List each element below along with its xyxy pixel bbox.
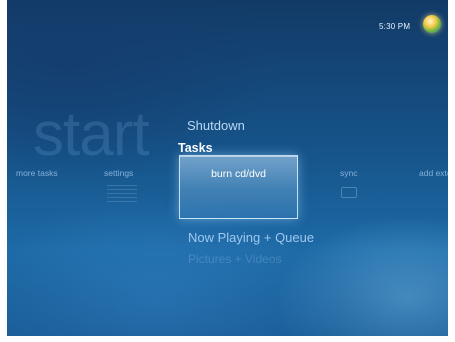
menu-item-now-playing[interactable]: Now Playing + Queue xyxy=(188,230,314,245)
strip-item-add-extender[interactable]: add extender xyxy=(419,168,448,178)
media-center-screen: 5:30 PM start Shutdown Tasks more tasks … xyxy=(7,0,448,336)
menu-item-tasks[interactable]: Tasks xyxy=(178,141,213,155)
menu-item-shutdown[interactable]: Shutdown xyxy=(187,118,245,133)
windows-start-orb-icon[interactable] xyxy=(423,15,441,33)
sync-icon xyxy=(341,187,357,198)
strip-item-settings[interactable]: settings xyxy=(104,168,133,178)
strip-item-label: burn cd/dvd xyxy=(211,168,266,180)
strip-item-more-tasks[interactable]: more tasks xyxy=(16,168,58,178)
strip-item-sync[interactable]: sync xyxy=(340,168,357,178)
strip-item-burn-cd-dvd[interactable]: burn cd/dvd xyxy=(179,155,298,219)
settings-icon xyxy=(107,185,137,203)
menu-item-pictures-videos[interactable]: Pictures + Videos xyxy=(188,252,282,266)
start-watermark: start xyxy=(33,100,150,169)
clock: 5:30 PM xyxy=(379,22,411,31)
